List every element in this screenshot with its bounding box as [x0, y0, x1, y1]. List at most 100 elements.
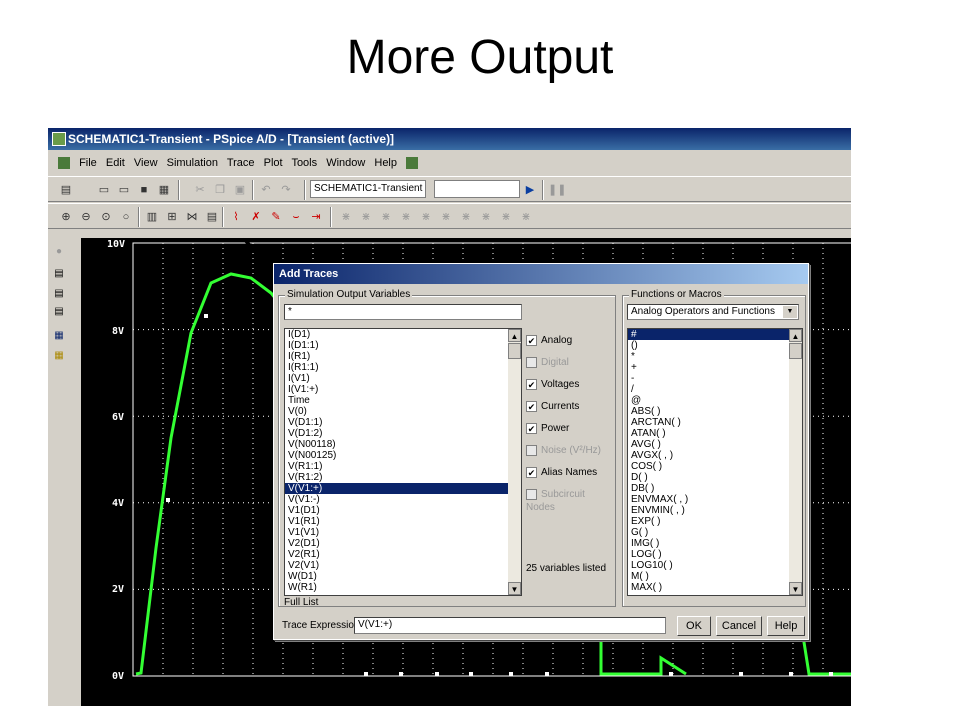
filter-alias-checkbox[interactable]: ✔ Alias Names — [526, 466, 597, 480]
waveform-icon[interactable]: ▦ — [52, 349, 66, 363]
variable-item[interactable]: V1(V1) — [285, 527, 521, 538]
marker-icon[interactable]: ⌣ — [288, 209, 304, 225]
label-icon[interactable]: ✎ — [268, 209, 284, 225]
redo-icon[interactable]: ↷ — [278, 182, 294, 198]
variable-item[interactable]: I(R1:1) — [285, 362, 521, 373]
menu-simulation[interactable]: Simulation — [167, 157, 218, 169]
menu-tools[interactable]: Tools — [291, 157, 317, 169]
messages-icon[interactable]: ▦ — [52, 329, 66, 343]
function-item[interactable]: - — [628, 373, 802, 384]
run-icon[interactable]: ▶ — [522, 182, 538, 198]
function-item[interactable]: DB( ) — [628, 483, 802, 494]
function-item[interactable]: + — [628, 362, 802, 373]
variable-item[interactable]: V2(V1) — [285, 560, 521, 571]
cursor-max-icon[interactable]: ⋇ — [418, 209, 434, 225]
log-x-icon[interactable]: ▥ — [144, 209, 160, 225]
variable-item[interactable]: V1(D1) — [285, 505, 521, 516]
document-menu-icon[interactable] — [58, 157, 70, 170]
menu-trace[interactable]: Trace — [227, 157, 255, 169]
variable-item[interactable]: I(D1) — [285, 329, 521, 340]
variable-item[interactable]: W(R1) — [285, 582, 521, 593]
function-item[interactable]: AVGX( , ) — [628, 450, 802, 461]
cursor-point-icon[interactable]: ⋇ — [438, 209, 454, 225]
variable-item[interactable]: V(N00125) — [285, 450, 521, 461]
ok-button[interactable]: OK — [677, 616, 711, 636]
function-item[interactable]: ARCTAN( ) — [628, 417, 802, 428]
zoom-in-icon[interactable]: ⊕ — [58, 209, 74, 225]
function-item[interactable]: ABS( ) — [628, 406, 802, 417]
variable-item[interactable]: V(R1:1) — [285, 461, 521, 472]
scroll-down-icon[interactable]: ▼ — [508, 582, 521, 595]
function-item[interactable]: COS( ) — [628, 461, 802, 472]
pause-icon[interactable]: ❚❚ — [548, 182, 566, 198]
menu-help[interactable]: Help — [374, 157, 397, 169]
variable-item[interactable]: V(V1:+) — [285, 483, 521, 494]
variable-item[interactable]: I(D1:1) — [285, 340, 521, 351]
dialog-title[interactable]: Add Traces — [274, 264, 808, 284]
variable-item[interactable]: I(V1:+) — [285, 384, 521, 395]
cut-icon[interactable]: ✂ — [192, 182, 208, 198]
variable-item[interactable]: W(D1) — [285, 571, 521, 582]
variables-scrollbar[interactable]: ▲ ▼ — [508, 329, 521, 595]
fourier-icon[interactable]: ⊞ — [164, 209, 180, 225]
paste-icon[interactable]: ▣ — [232, 182, 248, 198]
function-item[interactable]: ENVMIN( , ) — [628, 505, 802, 516]
scroll-thumb[interactable] — [789, 343, 802, 359]
run-combo[interactable] — [434, 180, 520, 198]
output-file-icon[interactable]: ▤ — [52, 287, 66, 301]
chevron-down-icon[interactable]: ▼ — [783, 306, 797, 318]
variables-list[interactable]: I(D1) I(D1:1) I(R1) I(R1:1) I(V1) I(V1:+) Time… — [284, 328, 522, 596]
open-icon[interactable]: ▭ — [96, 182, 112, 198]
variable-item[interactable]: V(D1:2) — [285, 428, 521, 439]
results-icon[interactable]: ▤ — [52, 305, 66, 319]
circle-icon[interactable]: ● — [52, 245, 66, 259]
cursor-trough-icon[interactable]: ⋇ — [358, 209, 374, 225]
save-icon[interactable]: ■ — [136, 182, 152, 198]
variable-item[interactable]: V1(R1) — [285, 516, 521, 527]
add-trace-icon[interactable]: ⌇ — [228, 209, 244, 225]
window-titlebar[interactable]: SCHEMATIC1-Transient - PSpice A/D - [Tra… — [48, 128, 851, 150]
function-item[interactable]: AVG( ) — [628, 439, 802, 450]
new-icon[interactable]: ▤ — [58, 182, 74, 198]
trace-expression-input[interactable]: V(V1:+) — [354, 617, 666, 634]
checkmark-icon[interactable]: ✔ — [526, 422, 537, 434]
checkmark-icon[interactable]: ✔ — [526, 400, 537, 412]
simulation-icon[interactable]: ▤ — [52, 267, 66, 281]
variable-item[interactable]: Time — [285, 395, 521, 406]
scroll-up-icon[interactable]: ▲ — [789, 329, 802, 342]
function-item[interactable]: ENVMAX( , ) — [628, 494, 802, 505]
menu-plot[interactable]: Plot — [264, 157, 283, 169]
function-item[interactable]: LOG( ) — [628, 549, 802, 560]
print-icon[interactable]: ▦ — [156, 182, 172, 198]
filter-voltages-checkbox[interactable]: ✔ Voltages — [526, 378, 579, 392]
scroll-thumb[interactable] — [508, 343, 521, 359]
cursor-label-icon[interactable]: ⋇ — [518, 209, 534, 225]
variable-item[interactable]: V2(D1) — [285, 538, 521, 549]
zoom-area-icon[interactable]: ⊙ — [98, 209, 114, 225]
zoom-fit-icon[interactable]: ○ — [118, 209, 134, 225]
functions-list[interactable]: #() * + - / @ ABS( ) ARCTAN( ) ATAN( ) AVG( ) AVGX… — [627, 328, 803, 596]
function-item[interactable]: () — [628, 340, 802, 351]
function-item[interactable]: # — [628, 329, 802, 340]
cancel-button[interactable]: Cancel — [716, 616, 762, 636]
cursor-mark-icon[interactable]: ⋇ — [498, 209, 514, 225]
help-button[interactable]: Help — [767, 616, 805, 636]
variable-item[interactable]: V(R1:2) — [285, 472, 521, 483]
function-item[interactable]: ATAN( ) — [628, 428, 802, 439]
zoom-out-icon[interactable]: ⊖ — [78, 209, 94, 225]
filter-currents-checkbox[interactable]: ✔ Currents — [526, 400, 579, 414]
function-item[interactable]: EXP( ) — [628, 516, 802, 527]
log-y-icon[interactable]: ▤ — [204, 209, 220, 225]
checkmark-icon[interactable]: ✔ — [526, 466, 537, 478]
scroll-down-icon[interactable]: ▼ — [789, 582, 802, 595]
copy-icon[interactable]: ❐ — [212, 182, 228, 198]
variable-item[interactable]: V(D1:1) — [285, 417, 521, 428]
function-item[interactable]: LOG10( ) — [628, 560, 802, 571]
delete-traces-icon[interactable]: ✗ — [248, 209, 264, 225]
filter-input[interactable]: * — [284, 304, 522, 320]
open-folder-icon[interactable]: ▭ — [116, 182, 132, 198]
variable-item[interactable]: V(N00118) — [285, 439, 521, 450]
variable-item[interactable]: V(0) — [285, 406, 521, 417]
functions-scrollbar[interactable]: ▲ ▼ — [789, 329, 802, 595]
checkmark-icon[interactable]: ✔ — [526, 378, 537, 390]
